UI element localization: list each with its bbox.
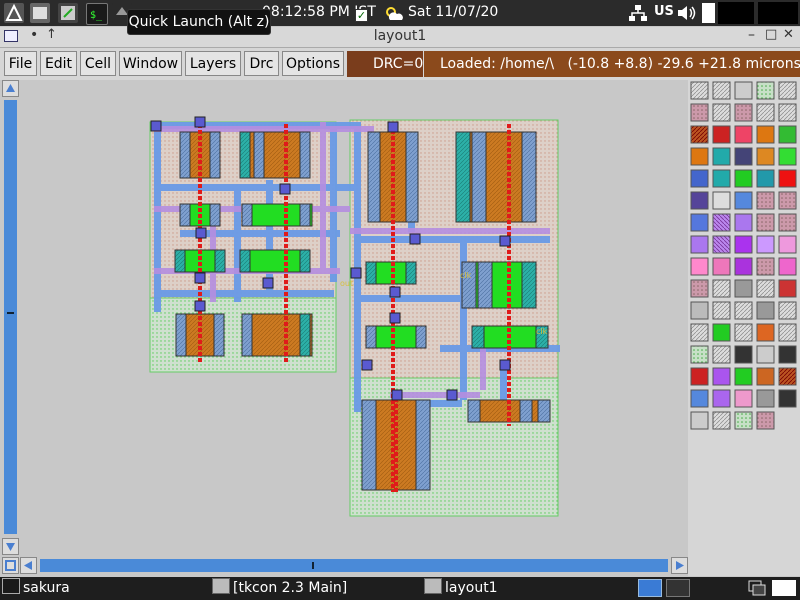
menu-cell[interactable]: Cell (80, 51, 116, 76)
window-icon (212, 578, 230, 594)
menubar: File Edit Cell Window Layers Drc Options… (0, 48, 800, 80)
task-layout1[interactable]: layout1 (424, 578, 498, 599)
label-out: out (340, 279, 353, 288)
menu-window[interactable]: Window (119, 51, 182, 76)
drc-checkbox[interactable]: ✓ (355, 9, 368, 22)
task-sakura[interactable]: sakura (2, 578, 70, 599)
label-clk: clk (460, 271, 472, 280)
system-panel: $_ 08:12:58 PM IST Sat 11/07/20 US (0, 0, 800, 26)
volume-icon[interactable] (676, 4, 698, 26)
weather-icon[interactable] (382, 3, 404, 27)
zoom-box-icon[interactable] (2, 557, 19, 574)
redacted-block (758, 2, 798, 24)
horizontal-scroll-thumb[interactable] (40, 559, 668, 572)
task-tkcon[interactable]: [tkcon 2.3 Main] (212, 578, 347, 599)
keyboard-layout[interactable]: US (654, 4, 674, 19)
tray-icon[interactable] (772, 580, 796, 596)
app-menu-icon[interactable] (4, 3, 24, 23)
task-label: layout1 (445, 580, 498, 596)
drc-toggle[interactable]: DRC=0 (347, 51, 423, 77)
menu-edit[interactable]: Edit (40, 51, 77, 76)
label-clk-2: clk (536, 327, 548, 336)
workspace-1-icon[interactable] (638, 579, 662, 597)
close-icon[interactable]: ✕ (783, 27, 794, 42)
window-title: layout1 (373, 28, 427, 44)
status-text: Loaded: /home/\ (-10.8 +8.8) -29.6 +21.8… (440, 56, 800, 72)
date[interactable]: Sat 11/07/20 (408, 4, 498, 20)
window-titlebar[interactable]: • ↑ layout1 – □ ✕ (0, 27, 800, 48)
maximize-icon[interactable]: □ (765, 27, 777, 42)
terminal-icon[interactable]: $_ (86, 3, 108, 25)
layout-canvas[interactable]: out clk clk (20, 80, 688, 556)
file-manager-icon[interactable] (30, 3, 50, 23)
scroll-down-icon[interactable] (2, 538, 19, 555)
vertical-scrollbar[interactable] (2, 80, 19, 556)
network-icon[interactable] (628, 4, 648, 26)
layer-palette[interactable] (688, 80, 800, 576)
task-label: sakura (23, 580, 70, 596)
svg-text:$_: $_ (90, 10, 103, 21)
quick-launch-tooltip: Quick Launch (Alt z) (127, 9, 271, 35)
terminal-icon (2, 578, 20, 594)
menu-drc[interactable]: Drc (244, 51, 279, 76)
menu-file[interactable]: File (4, 51, 37, 76)
task-label: [tkcon 2.3 Main] (233, 580, 348, 596)
horizontal-scrollbar[interactable] (20, 557, 688, 574)
status-bar: Loaded: /home/\ (-10.8 +8.8) -29.6 +21.8… (424, 51, 800, 77)
layout-drawing[interactable]: out clk clk (20, 80, 688, 556)
show-desktop-icon[interactable] (748, 580, 766, 596)
scroll-right-icon[interactable] (671, 557, 688, 574)
workspace-2-icon[interactable] (666, 579, 690, 597)
menu-layers[interactable]: Layers (185, 51, 241, 76)
scroll-up-icon[interactable] (2, 80, 19, 97)
taskbar: sakura [tkcon 2.3 Main] layout1 (0, 577, 800, 600)
redacted-block (718, 2, 754, 24)
text-editor-icon[interactable] (58, 3, 78, 23)
swatch-grid (690, 81, 797, 430)
window-icon (424, 578, 442, 594)
minimize-icon[interactable]: – (748, 27, 755, 43)
layer-swatches[interactable] (688, 80, 800, 436)
vertical-scroll-thumb[interactable] (4, 100, 17, 534)
scroll-left-icon[interactable] (20, 557, 37, 574)
battery-icon[interactable] (702, 3, 715, 23)
menu-options[interactable]: Options (282, 51, 344, 76)
